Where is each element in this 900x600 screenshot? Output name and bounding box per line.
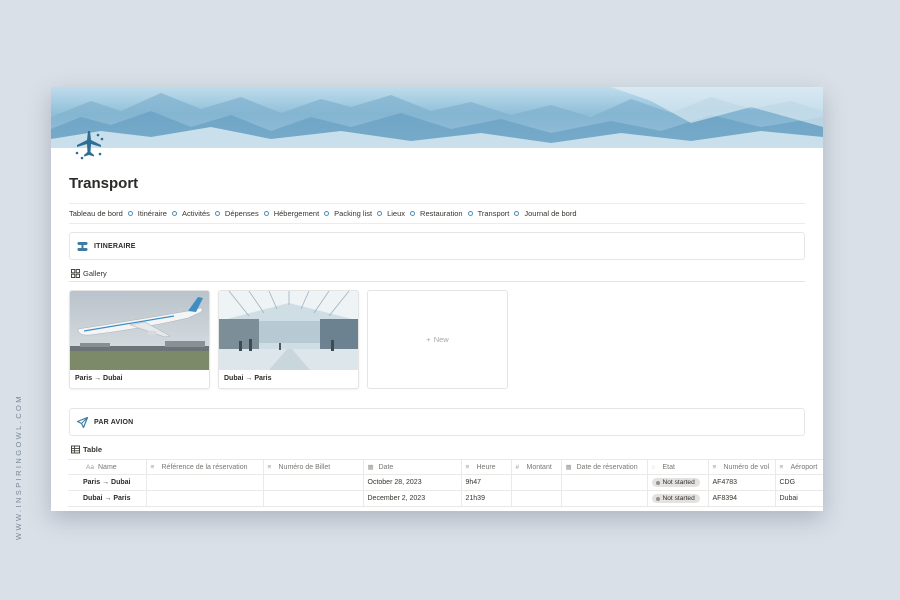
column-header-billet[interactable]: ≡ Numéro de Billet [263,459,364,475]
new-card-label: New [433,335,449,344]
notion-page-window: Transport Tableau de bord Itinéraire Act… [51,87,823,511]
column-header-aeroport[interactable]: ≡ Aéroport [775,459,823,475]
calendar-icon: ▦ [565,464,572,471]
mountain-cover-illustration [51,87,823,148]
nav-link-tableau-de-bord[interactable]: Tableau de bord [69,209,123,218]
cell-name[interactable]: Dubai → Paris [68,490,147,507]
column-header-etat[interactable]: ◌ Etat [647,459,709,475]
cell-etat[interactable]: Not started [647,490,709,507]
cell-reference[interactable] [146,490,264,507]
nav-separator-icon [263,211,269,216]
table-view-label: Table [83,444,103,454]
text-property-icon: ≡ [712,463,717,471]
nav-link-activites[interactable]: Activités [182,209,210,218]
nav-link-lieux[interactable]: Lieux [387,209,405,218]
cell-date[interactable]: December 2, 2023 [363,490,462,507]
nav-link-hebergement[interactable]: Hébergement [274,209,319,218]
itineraire-heading: ITINERAIRE [94,242,136,250]
status-dot-icon [655,480,660,485]
nav-link-depenses[interactable]: Dépenses [225,209,259,218]
nav-separator-icon [324,211,330,216]
table-row[interactable]: Dubai → Paris December 2, 2023 21h39 Not… [68,490,823,507]
nav-separator-icon [127,211,133,216]
new-card-button[interactable]: + New [367,290,508,389]
cover-image [51,87,823,148]
nav-link-packing-list[interactable]: Packing list [334,209,372,218]
column-header-name[interactable]: Aa Name [68,459,147,475]
airplane-icon [75,131,104,160]
nav-link-restauration[interactable]: Restauration [420,209,463,218]
nav-separator-icon [214,211,220,216]
gallery-view-label: Gallery [83,269,107,278]
gallery-grid-icon [71,269,80,278]
par-avion-callout: PAR AVION [69,408,805,436]
column-header-heure[interactable]: ≡ Heure [461,459,512,475]
column-header-reference[interactable]: ≡ Référence de la réservation [146,459,264,475]
airplane-takeoff-photo [70,291,209,370]
cell-montant[interactable] [511,490,562,507]
itineraire-gallery: Paris → Dubai Dubai → Paris + New [69,290,805,389]
column-header-montant[interactable]: # Montant [511,459,562,475]
cell-heure[interactable]: 21h39 [461,490,512,507]
gallery-card-dubai-paris[interactable]: Dubai → Paris [218,290,359,389]
nav-separator-icon [410,211,416,216]
cell-name[interactable]: Paris → Dubai [68,474,147,491]
column-header-date[interactable]: ▦ Date [363,459,462,475]
cell-billet[interactable] [263,474,364,491]
nav-link-transport[interactable]: Transport [478,209,510,218]
cell-aeroport[interactable]: Dubai [775,490,823,507]
cell-vol[interactable]: AF8394 [708,490,776,507]
status-badge: Not started [651,478,700,487]
status-icon: ◌ [651,463,656,471]
watermark-text: WWW.INSPIRINGOWL.COM [14,394,23,540]
column-header-vol[interactable]: ≡ Numéro de vol [708,459,776,475]
page-title: Transport [69,175,139,192]
nav-link-journal-de-bord[interactable]: Journal de bord [524,209,576,218]
cell-date[interactable]: October 28, 2023 [363,474,462,491]
gallery-card-caption: Paris → Dubai [75,375,123,382]
itineraire-callout: ITINERAIRE [69,232,805,260]
nav-separator-icon [377,211,383,216]
text-property-icon: ≡ [465,463,470,471]
cell-billet[interactable] [263,490,364,507]
cell-vol[interactable]: AF4783 [708,474,776,491]
text-property-icon: ≡ [267,463,272,471]
cell-date-reservation[interactable] [561,474,648,491]
plus-icon: + [426,335,431,344]
paper-plane-icon [77,416,88,428]
navigation-bar: Tableau de bord Itinéraire Activités Dép… [69,203,805,224]
text-property-icon: ≡ [779,463,784,471]
gallery-view-tab[interactable]: Gallery [69,266,805,282]
route-icon [77,241,88,251]
column-header-date-reservation[interactable]: ▦ Date de réservation [561,459,648,475]
airport-terminal-photo [219,291,358,370]
cell-heure[interactable]: 9h47 [461,474,512,491]
table-header-row: Aa Name ≡ Référence de la réservation ≡ Num… [68,459,823,475]
table-row[interactable]: Paris → Dubai October 28, 2023 9h47 Not … [68,474,823,491]
nav-separator-icon [467,211,473,216]
status-dot-icon [655,496,660,501]
table-icon [71,445,80,453]
nav-separator-icon [514,211,520,216]
nav-link-itineraire[interactable]: Itinéraire [138,209,167,218]
gallery-card-caption: Dubai → Paris [224,375,272,382]
title-property-icon: Aa [86,463,94,471]
number-property-icon: # [515,463,520,471]
cell-etat[interactable]: Not started [647,474,709,491]
status-badge: Not started [651,494,700,503]
watermark: WWW.INSPIRINGOWL.COM [14,300,28,560]
cell-reference[interactable] [146,474,264,491]
table-view-tab[interactable]: Table [69,441,805,457]
calendar-icon: ▦ [367,464,374,471]
cell-montant[interactable] [511,474,562,491]
nav-separator-icon [171,211,177,216]
text-property-icon: ≡ [150,463,155,471]
cell-aeroport[interactable]: CDG [775,474,823,491]
par-avion-heading: PAR AVION [94,418,134,426]
cell-date-reservation[interactable] [561,490,648,507]
transport-table: Aa Name ≡ Référence de la réservation ≡ Num… [68,459,823,507]
gallery-card-paris-dubai[interactable]: Paris → Dubai [69,290,210,389]
